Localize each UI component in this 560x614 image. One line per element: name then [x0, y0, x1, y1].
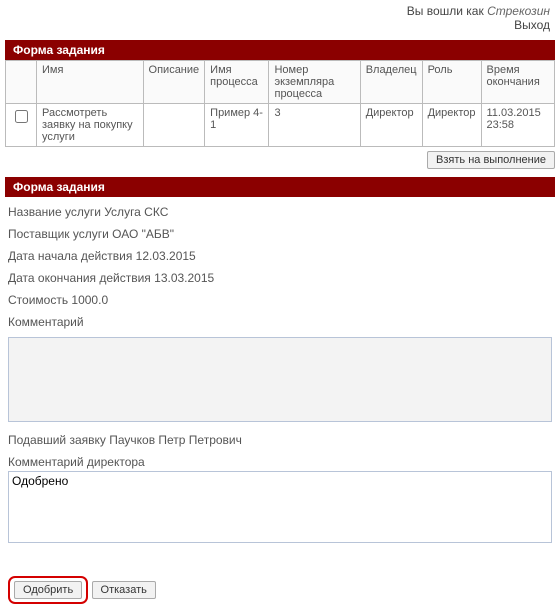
logout-link[interactable]: Выход: [514, 18, 550, 32]
cost: Стоимость 1000.0: [8, 293, 552, 307]
cell-due: 11.03.2015 23:58: [481, 104, 555, 147]
col-name: Имя: [37, 61, 144, 104]
task-form: Название услуги Услуга СКС Поставщик усл…: [8, 205, 552, 546]
supplier: Поставщик услуги ОАО "АБВ": [8, 227, 552, 241]
cell-instance: 3: [269, 104, 360, 147]
action-buttons: Одобрить Отказать: [8, 576, 552, 604]
service-name: Название услуги Услуга СКС: [8, 205, 552, 219]
cell-role: Директор: [422, 104, 481, 147]
cell-process-name: Пример 4-1: [205, 104, 269, 147]
col-owner: Владелец: [360, 61, 422, 104]
submitter: Подавший заявку Паучков Петр Петрович: [8, 433, 552, 447]
col-description: Описание: [143, 61, 205, 104]
logged-in-prefix: Вы вошли как: [407, 4, 487, 18]
row-checkbox[interactable]: [15, 110, 28, 123]
col-role: Роль: [422, 61, 481, 104]
comment-textarea[interactable]: [8, 337, 552, 422]
cell-owner: Директор: [360, 104, 422, 147]
approve-button[interactable]: Одобрить: [14, 581, 82, 599]
section-header-2: Форма задания: [5, 177, 555, 197]
cell-name: Рассмотреть заявку на покупку услуги: [37, 104, 144, 147]
table-row: Рассмотреть заявку на покупку услуги При…: [6, 104, 555, 147]
topbar: Вы вошли как Стрекозин Выход: [0, 0, 560, 38]
director-comment-label: Комментарий директора: [8, 455, 552, 469]
comment-label: Комментарий: [8, 315, 552, 329]
col-instance: Номер экземпляра процесса: [269, 61, 360, 104]
cell-description: [143, 104, 205, 147]
director-comment-textarea[interactable]: [8, 471, 552, 543]
take-task-button[interactable]: Взять на выполнение: [427, 151, 555, 169]
col-process-name: Имя процесса: [205, 61, 269, 104]
username: Стрекозин: [487, 4, 550, 18]
tasks-table: Имя Описание Имя процесса Номер экземпля…: [5, 60, 555, 147]
start-date: Дата начала действия 12.03.2015: [8, 249, 552, 263]
col-due: Время окончания: [481, 61, 555, 104]
approve-highlight: Одобрить: [8, 576, 88, 604]
reject-button[interactable]: Отказать: [92, 581, 156, 599]
end-date: Дата окончания действия 13.03.2015: [8, 271, 552, 285]
section-header-1: Форма задания: [5, 40, 555, 60]
